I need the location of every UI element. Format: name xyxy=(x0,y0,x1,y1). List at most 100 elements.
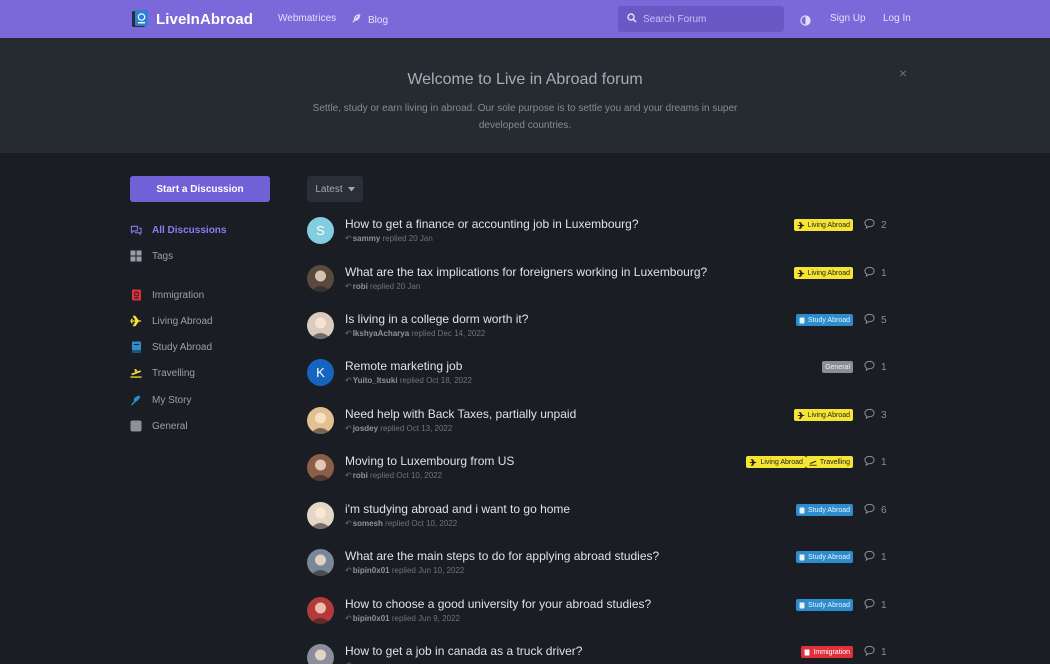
close-hero-button[interactable]: × xyxy=(899,66,907,80)
tag-badge[interactable]: General xyxy=(822,361,853,373)
discussion-row[interactable]: Need help with Back Taxes, partially unp… xyxy=(307,400,887,440)
reply-username[interactable]: IkshyaAcharya xyxy=(353,329,409,338)
tag-list: Study Abroad xyxy=(795,314,853,326)
discussion-row[interactable]: How to choose a good university for your… xyxy=(307,590,887,630)
sidebar-item-my-story[interactable]: My Story xyxy=(130,393,191,407)
sidebar-item-immigration[interactable]: Immigration xyxy=(130,288,204,302)
avatar[interactable] xyxy=(307,502,334,529)
tag-label: Living Abroad xyxy=(760,458,803,466)
start-discussion-button[interactable]: Start a Discussion xyxy=(130,176,270,202)
sidebar-item-living-abroad[interactable]: Living Abroad xyxy=(130,314,213,328)
site-logo[interactable]: LiveInAbroad xyxy=(130,9,253,29)
avatar[interactable] xyxy=(307,312,334,339)
discussion-meta: ↶somesh replied Oct 10, 2022 xyxy=(345,519,457,528)
discussion-title[interactable]: Moving to Luxembourg from US xyxy=(345,454,514,468)
discussion-title[interactable]: Need help with Back Taxes, partially unp… xyxy=(345,407,576,421)
tag-list: Living Abroad Travelling xyxy=(746,456,853,468)
discussion-row[interactable]: S How to get a finance or accounting job … xyxy=(307,210,887,250)
tag-badge[interactable]: Study Abroad xyxy=(795,314,853,326)
reply-time: replied Oct 13, 2022 xyxy=(380,424,453,433)
comment-icon xyxy=(864,550,875,564)
tag-badge[interactable]: Travelling xyxy=(805,456,853,468)
sidebar-item-label: Travelling xyxy=(152,367,195,379)
search-icon xyxy=(627,10,637,28)
sidebar-item-study-abroad[interactable]: Study Abroad xyxy=(130,340,212,354)
plane-icon xyxy=(797,221,805,229)
discussion-title[interactable]: How to get a job in canada as a truck dr… xyxy=(345,644,582,658)
discussion-row[interactable]: How to get a job in canada as a truck dr… xyxy=(307,637,887,664)
search-input[interactable] xyxy=(643,13,773,25)
sidebar-item-travelling[interactable]: Travelling xyxy=(130,366,195,380)
avatar[interactable]: K xyxy=(307,359,334,386)
theme-toggle-icon[interactable] xyxy=(800,13,811,26)
reply-count-value: 1 xyxy=(881,646,887,658)
discussion-row[interactable]: i'm studying abroad and i want to go hom… xyxy=(307,495,887,535)
discussion-row[interactable]: Moving to Luxembourg from US ↶robi replie… xyxy=(307,447,887,487)
sign-up-button[interactable]: Sign Up xyxy=(830,13,866,24)
discussion-title[interactable]: What are the tax implications for foreig… xyxy=(345,265,707,279)
reply-username[interactable]: robi xyxy=(353,282,368,291)
nav-blog[interactable]: Blog xyxy=(351,13,388,27)
discussion-title[interactable]: Is living in a college dorm worth it? xyxy=(345,312,528,326)
tag-badge[interactable]: Study Abroad xyxy=(795,504,853,516)
tag-list: General xyxy=(822,361,853,373)
reply-username[interactable]: sammy xyxy=(353,234,381,243)
log-in-button[interactable]: Log In xyxy=(883,13,911,24)
discussion-row[interactable]: What are the main steps to do for applyi… xyxy=(307,542,887,582)
book-icon xyxy=(799,507,805,514)
passport-logo-icon xyxy=(130,9,150,29)
sidebar-item-all-discussions[interactable]: All Discussions xyxy=(130,223,226,237)
avatar[interactable] xyxy=(307,549,334,576)
tag-list: Study Abroad xyxy=(795,504,853,516)
tag-badge[interactable]: Living Abroad xyxy=(793,267,853,279)
logo-text: LiveInAbroad xyxy=(156,10,254,28)
tag-badge[interactable]: Living Abroad xyxy=(746,456,806,468)
discussion-title[interactable]: What are the main steps to do for applyi… xyxy=(345,549,659,563)
tag-badge[interactable]: Study Abroad xyxy=(795,551,853,563)
caret-down-icon xyxy=(347,184,355,195)
avatar[interactable] xyxy=(307,265,334,292)
nav-webmatrices[interactable]: Webmatrices xyxy=(278,13,336,24)
reply-username[interactable]: somesh xyxy=(353,519,383,528)
reply-count: 6 xyxy=(864,503,887,517)
sidebar-item-label: Immigration xyxy=(152,289,205,301)
reply-username[interactable]: Yuito_Itsuki xyxy=(353,376,398,385)
sort-dropdown[interactable]: Latest xyxy=(307,176,363,202)
discussion-row[interactable]: What are the tax implications for foreig… xyxy=(307,258,887,298)
search-box[interactable] xyxy=(618,6,784,32)
avatar[interactable] xyxy=(307,597,334,624)
discussion-title[interactable]: i'm studying abroad and i want to go hom… xyxy=(345,502,570,516)
tag-badge[interactable]: Living Abroad xyxy=(793,409,853,421)
discussion-row[interactable]: Is living in a college dorm worth it? ↶Ik… xyxy=(307,305,887,345)
plane-icon xyxy=(797,411,805,419)
comment-icon xyxy=(864,408,875,422)
discussion-title[interactable]: How to get a finance or accounting job i… xyxy=(345,217,639,231)
sidebar-item-general[interactable]: General xyxy=(130,419,188,433)
discussion-title[interactable]: How to choose a good university for your… xyxy=(345,597,651,611)
tag-list: Living Abroad xyxy=(793,219,853,231)
avatar[interactable] xyxy=(307,407,334,434)
discussion-title[interactable]: Remote marketing job xyxy=(345,359,462,373)
tag-badge[interactable]: Immigration xyxy=(801,646,853,658)
sidebar-item-label: Study Abroad xyxy=(152,341,213,353)
reply-username[interactable]: bipin0x01 xyxy=(353,566,390,575)
nav-webmatrices-label: Webmatrices xyxy=(278,13,337,24)
reply-username[interactable]: josdey xyxy=(353,424,378,433)
reply-count-value: 1 xyxy=(881,456,887,468)
avatar[interactable]: S xyxy=(307,217,334,244)
reply-username[interactable]: bipin0x01 xyxy=(353,614,390,623)
feather-icon xyxy=(351,13,362,27)
tag-badge[interactable]: Living Abroad xyxy=(793,219,853,231)
sidebar-item-label: My Story xyxy=(152,394,192,406)
sidebar-item-tags[interactable]: Tags xyxy=(130,249,173,263)
comment-icon xyxy=(864,360,875,374)
reply-username[interactable]: robi xyxy=(353,471,368,480)
avatar[interactable] xyxy=(307,454,334,481)
reply-icon: ↶ xyxy=(345,234,352,243)
discussion-row[interactable]: K Remote marketing job ↶Yuito_Itsuki repli… xyxy=(307,352,887,392)
avatar[interactable] xyxy=(307,644,334,664)
reply-time: replied Oct 10, 2022 xyxy=(385,519,458,528)
reply-time: replied Jun 10, 2022 xyxy=(391,566,465,575)
feather-icon xyxy=(130,394,142,406)
tag-badge[interactable]: Study Abroad xyxy=(795,599,853,611)
